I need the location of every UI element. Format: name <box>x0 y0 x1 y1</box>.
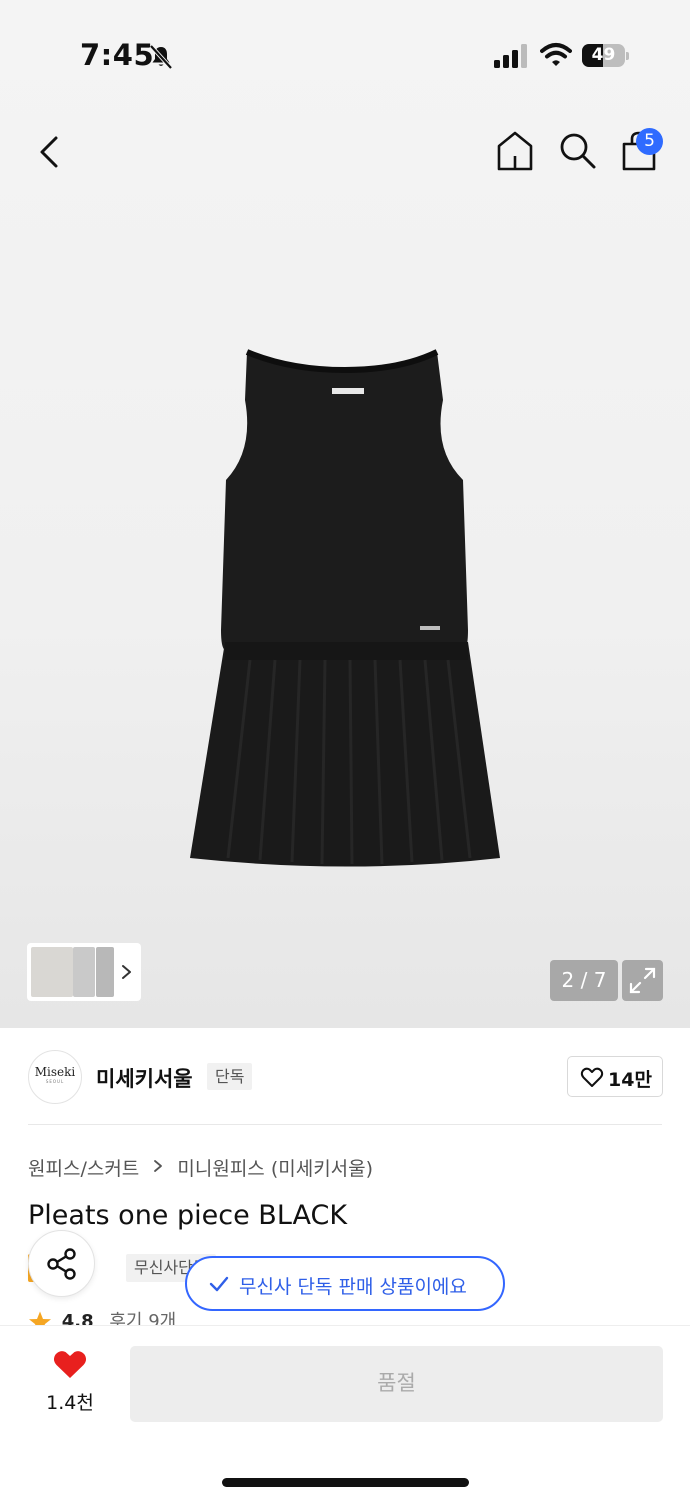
brand-row: Miseki SEOUL 미세키서울 단독 14만 <box>0 1030 690 1124</box>
chevron-right-icon[interactable] <box>119 959 135 985</box>
expand-image-button[interactable] <box>622 960 663 1001</box>
breadcrumb-category[interactable]: 원피스/스커트 <box>28 1154 139 1181</box>
brand-like-button[interactable]: 14만 <box>567 1056 663 1097</box>
status-bar: 7:45 49 <box>0 0 690 110</box>
thumbnail-image[interactable] <box>31 947 73 997</box>
soldout-button[interactable]: 품절 <box>130 1346 663 1422</box>
bottom-action-bar: 1.4천 품절 <box>0 1325 690 1500</box>
toast-message: 무신사 단독 판매 상품이에요 <box>239 1276 467 1298</box>
check-icon <box>209 1276 229 1292</box>
divider <box>28 1124 662 1125</box>
back-icon[interactable] <box>30 130 70 174</box>
thumbnail-image[interactable] <box>73 947 95 997</box>
search-icon[interactable] <box>555 128 599 172</box>
brand-name-link[interactable]: 미세키서울 <box>96 1063 193 1093</box>
thumbnail-strip[interactable] <box>27 943 141 1001</box>
breadcrumb-subcategory[interactable]: 미니원피스 (미세키서울) <box>177 1154 373 1181</box>
exclusive-tag: 단독 <box>207 1063 253 1090</box>
battery-indicator: 49 <box>582 44 630 68</box>
wishlist-count: 1.4천 <box>46 1392 94 1414</box>
exclusive-toast: 무신사 단독 판매 상품이에요 <box>185 1256 505 1311</box>
heart-filled-icon <box>53 1351 87 1378</box>
bell-off-icon <box>149 44 173 70</box>
brand-like-count: 14만 <box>608 1069 652 1091</box>
share-icon <box>47 1248 76 1280</box>
home-indicator <box>222 1478 469 1487</box>
product-image[interactable] <box>150 330 540 890</box>
image-page-counter: 2 / 7 <box>550 960 618 1001</box>
wifi-icon <box>540 43 572 66</box>
wishlist-button[interactable]: 1.4천 <box>30 1348 110 1428</box>
expand-icon <box>629 967 656 994</box>
chevron-right-icon <box>154 1160 163 1172</box>
top-nav <box>0 120 690 184</box>
share-button[interactable] <box>28 1230 95 1297</box>
status-time: 7:45 <box>80 38 155 72</box>
brand-logo[interactable]: Miseki SEOUL <box>28 1050 82 1104</box>
cellular-signal-icon <box>494 44 527 68</box>
product-title: Pleats one piece BLACK <box>28 1200 348 1231</box>
brand-logo-text: Miseki <box>34 1065 76 1079</box>
breadcrumb: 원피스/스커트 미니원피스 (미세키서울) <box>28 1154 373 1182</box>
battery-level: 49 <box>591 45 616 65</box>
home-icon[interactable] <box>492 128 538 174</box>
thumbnail-image[interactable] <box>96 947 114 997</box>
heart-outline-icon <box>580 1067 604 1087</box>
cart-count-badge: 5 <box>636 128 663 155</box>
brand-logo-subtext: SEOUL <box>45 1079 65 1084</box>
